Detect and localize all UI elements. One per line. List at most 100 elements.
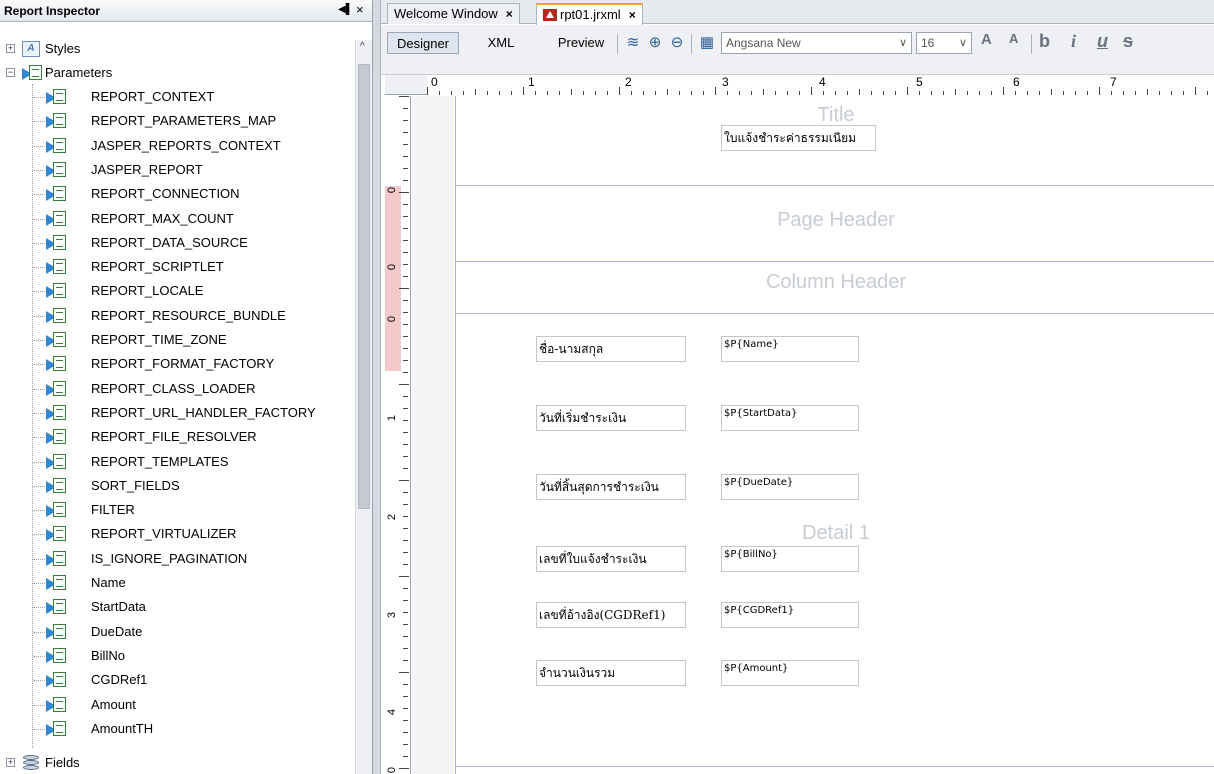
designer-view-button[interactable]: Designer [387,32,459,54]
scrollbar-thumb[interactable] [358,64,370,509]
tree-item-parameter[interactable]: REPORT_DATA_SOURCE [0,232,350,254]
designer-toolbar: Designer XML Preview ≋ ⊕ ⊖ ▦ Angsana New… [381,25,1214,75]
band-label-column-header: Column Header [765,271,907,293]
text-field-name[interactable]: $P{Name} [721,336,859,362]
band-divider[interactable] [456,766,1214,767]
tree-item-parameter[interactable]: REPORT_FORMAT_FACTORY [0,353,350,375]
tree-item-label: SORT_FIELDS [91,478,180,493]
tab-welcome-window[interactable]: Welcome Window × [387,3,520,24]
tree-item-parameter[interactable]: REPORT_MAX_COUNT [0,208,350,230]
zoom-in-icon[interactable]: ⊕ [645,33,665,53]
text-field-start-data[interactable]: $P{StartData} [721,405,859,431]
tree-item-parameter[interactable]: StartData [0,596,350,618]
tree-scrollbar[interactable]: ^ [355,40,372,774]
tree-item-parameter[interactable]: BillNo [0,645,350,667]
text-field-due-date[interactable]: $P{DueDate} [721,474,859,500]
static-text-due-date[interactable]: วันที่สิ้นสุดการชำระเงิน [536,474,686,500]
font-size-select[interactable]: 16 ∨ [916,32,972,54]
parameter-icon [46,719,68,739]
tree-item-parameter[interactable]: REPORT_CONNECTION [0,183,350,205]
tree-item-parameter[interactable]: REPORT_CLASS_LOADER [0,378,350,400]
decrease-font-icon[interactable]: A [1009,31,1018,46]
tree-item-parameter[interactable]: REPORT_VIRTUALIZER [0,523,350,545]
tree-item-parameter[interactable]: JASPER_REPORT [0,159,350,181]
close-tab-icon[interactable]: × [506,7,513,21]
report-page[interactable]: Title ใบแจ้งชำระค่าธรรมเนียม Page Header… [455,96,1214,774]
tree-item-label: BillNo [91,648,125,663]
static-text-cgd-ref[interactable]: เลขที่อ้างอิง(CGDRef1) [536,602,686,628]
tree-item-parameter[interactable]: REPORT_SCRIPTLET [0,256,350,278]
parameter-icon [46,524,68,544]
zoom-out-icon[interactable]: ⊖ [667,33,687,53]
tree-item-parameter[interactable]: REPORT_FILE_RESOLVER [0,426,350,448]
tree-item-label: REPORT_VIRTUALIZER [91,526,237,541]
static-text-bill-no[interactable]: เลขที่ใบแจ้งชำระเงิน [536,546,686,572]
inspector-header: Report Inspector ◀▌ × [0,0,372,22]
report-title-text[interactable]: ใบแจ้งชำระค่าธรรมเนียม [721,125,876,151]
collapse-icon[interactable]: − [6,68,15,77]
tree-item-label: REPORT_CONTEXT [91,89,215,104]
ruler-number: 4 [819,75,826,89]
font-name-select[interactable]: Angsana New ∨ [721,32,912,54]
tree-item-parameter[interactable]: Name [0,572,350,594]
text-field-cgd-ref1[interactable]: $P{CGDRef1} [721,602,859,628]
expand-icon[interactable]: + [6,758,15,767]
tree-item-parameter[interactable]: FILTER [0,499,350,521]
tree-item-parameter[interactable]: DueDate [0,621,350,643]
increase-font-icon[interactable]: A [981,31,992,48]
tree-item-label: AmountTH [91,721,154,736]
tree-item-parameter[interactable]: REPORT_CONTEXT [0,86,350,108]
band-divider[interactable] [456,261,1214,262]
tree-item-parameter[interactable]: REPORT_URL_HANDLER_FACTORY [0,402,350,424]
band-divider[interactable] [456,313,1214,314]
tree-item-parameter[interactable]: REPORT_PARAMETERS_MAP [0,110,350,132]
document-tab-bar: Welcome Window × rpt01.jrxml × [381,0,1214,25]
tab-rpt01[interactable]: rpt01.jrxml × [536,3,643,25]
ruler-number: 4 [386,708,399,716]
database-icon[interactable]: ≋ [623,33,643,53]
underline-button[interactable]: u [1097,31,1108,52]
text-field-amount[interactable]: $P{Amount} [721,660,859,686]
ruler-number: 2 [386,513,399,521]
band-divider[interactable] [456,185,1214,186]
tab-label: Welcome Window [394,6,498,21]
expand-icon[interactable]: + [6,44,15,53]
tree-item-parameter[interactable]: REPORT_TEMPLATES [0,451,350,473]
tree-item-parameter[interactable]: IS_IGNORE_PAGINATION [0,548,350,570]
strikethrough-button[interactable]: s [1123,31,1133,52]
band-label-page-header: Page Header [777,209,895,231]
static-text-start-date[interactable]: วันที่เริ่มชำระเงิน [536,405,686,431]
bold-button[interactable]: b [1039,31,1050,52]
tree-item-parameter[interactable]: REPORT_RESOURCE_BUNDLE [0,305,350,327]
tree-item-fields[interactable]: + Fields [0,752,350,774]
parameter-icon [46,573,68,593]
tree-item-parameter[interactable]: Amount [0,694,350,716]
minimize-panel-icon[interactable]: ◀▌ [338,4,353,15]
styles-icon: A [22,41,40,57]
parameter-icon [46,597,68,617]
tree-item-parameter[interactable]: JASPER_REPORTS_CONTEXT [0,135,350,157]
close-panel-icon[interactable]: × [356,2,364,17]
report-properties-icon[interactable]: ▦ [697,33,717,53]
tree-item-parameter[interactable]: CGDRef1 [0,669,350,691]
ruler-number: 0 [386,315,399,323]
scroll-up-icon[interactable]: ^ [360,41,365,52]
tree-item-parameters[interactable]: − Parameters [0,62,350,84]
tree-item-styles[interactable]: + A Styles [0,38,350,60]
xml-view-button[interactable]: XML [481,32,521,54]
tree-item-parameter[interactable]: REPORT_TIME_ZONE [0,329,350,351]
static-text-amount[interactable]: จำนวนเงินรวม [536,660,686,686]
parameter-icon [46,306,68,326]
tree-item-label: REPORT_FILE_RESOLVER [91,429,257,444]
parameter-icon [46,87,68,107]
tree-item-parameter[interactable]: AmountTH [0,718,350,740]
close-tab-icon[interactable]: × [629,8,636,22]
preview-view-button[interactable]: Preview [553,32,609,54]
tree-item-parameter[interactable]: REPORT_LOCALE [0,280,350,302]
text-field-bill-no[interactable]: $P{BillNo} [721,546,859,572]
horizontal-ruler: 0 1 2 3 4 5 6 7 [385,75,1214,95]
chevron-down-icon: ∨ [958,37,967,49]
static-text-name[interactable]: ชื่อ-นามสกุล [536,336,686,362]
italic-button[interactable]: i [1071,31,1076,52]
tree-item-parameter[interactable]: SORT_FIELDS [0,475,350,497]
